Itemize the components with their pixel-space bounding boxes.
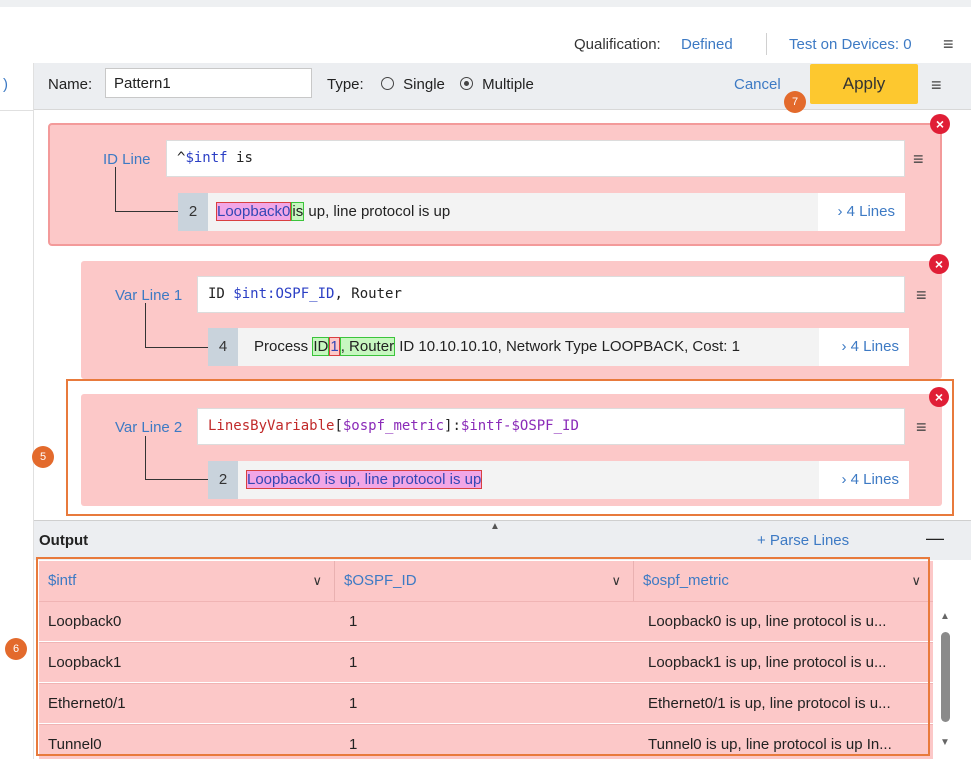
test-on-devices-link[interactable]: Test on Devices: 0 (789, 36, 912, 53)
expr-text: is (227, 150, 253, 166)
qualification-value[interactable]: Defined (681, 36, 733, 53)
expr-variable: $intf (185, 150, 228, 166)
type-multiple-radio[interactable]: Multiple (460, 76, 534, 93)
chevron-right-icon: › (841, 338, 847, 355)
chevron-right-icon: › (837, 203, 843, 220)
var-line-2-menu-icon[interactable]: ≡ (916, 417, 927, 438)
var-line-2-more-lines-link[interactable]: › 4 Lines (819, 461, 909, 499)
var-line-2-label: Var Line 2 (115, 419, 183, 436)
chevron-right-icon: › (841, 471, 847, 488)
more-lines-label: 4 Lines (846, 203, 895, 220)
annotation-marker-5: 5 (32, 446, 54, 468)
output-title: Output (39, 532, 89, 549)
id-line-sample-number: 2 (178, 193, 208, 231)
expr-text: ID (208, 286, 234, 302)
left-panel-fragment: ) (3, 76, 8, 93)
type-multiple-label: Multiple (482, 76, 534, 93)
pattern-name-value: Pattern1 (114, 75, 171, 92)
id-line-sample-text: Loopback0 is up, line protocol is up (208, 193, 818, 231)
annotation-frame-output-table (36, 557, 930, 756)
scrollbar-thumb[interactable] (941, 632, 950, 722)
top-strip (0, 0, 971, 7)
id-line-more-lines-link[interactable]: › 4 Lines (818, 193, 905, 231)
sample-rest: up, line protocol is up (304, 203, 451, 220)
highlight-match-router: , Router (339, 337, 396, 356)
highlight-match-is: is (291, 202, 305, 221)
highlight-match-metric: Loopback0 is up, line protocol is up (246, 470, 483, 489)
expr-function: LinesByVariable (208, 418, 335, 434)
id-line-label: ID Line (103, 151, 151, 168)
annotation-marker-7: 7 (784, 91, 806, 113)
var-line-1-more-lines-link[interactable]: › 4 Lines (819, 328, 909, 366)
qualification-label: Qualification: (574, 36, 661, 53)
more-lines-label: 4 Lines (850, 471, 899, 488)
collapse-up-icon[interactable]: ▲ (490, 521, 500, 532)
expr-bracket-close: ]: (444, 418, 461, 434)
var-line-2-sample-number: 2 (208, 461, 238, 499)
minimize-output-icon[interactable]: — (926, 528, 944, 549)
var-line-1-label: Var Line 1 (115, 287, 183, 304)
radio-off-icon (381, 77, 394, 90)
type-single-radio[interactable]: Single (381, 76, 445, 93)
cancel-button[interactable]: Cancel (734, 76, 781, 93)
var-line-1-sample-text: Process ID 1, Router ID 10.10.10.10, Netw… (238, 328, 819, 366)
highlight-match-id: ID (312, 337, 330, 356)
expr-key: $intf-$OSPF_ID (460, 418, 579, 434)
apply-button[interactable]: Apply (810, 64, 918, 104)
expr-variable: $int:OSPF_ID (233, 286, 335, 302)
left-panel-divider (0, 110, 34, 111)
sample-rest: ID 10.10.10.10, Network Type LOOPBACK, C… (395, 338, 740, 355)
var-line-1-connector (145, 303, 208, 348)
more-lines-label: 4 Lines (850, 338, 899, 355)
id-line-connector (115, 167, 178, 212)
type-label: Type: (327, 76, 364, 93)
expr-bracket: [ (334, 418, 343, 434)
parse-lines-link[interactable]: + Parse Lines (757, 532, 849, 549)
var-line-1-menu-icon[interactable]: ≡ (916, 285, 927, 306)
annotation-marker-6: 6 (5, 638, 27, 660)
id-line-expression-input[interactable]: ^$intf is (166, 140, 905, 177)
name-label: Name: (48, 76, 93, 93)
expr-text-2: , Router (334, 286, 402, 302)
var-line-1-sample-number: 4 (208, 328, 238, 366)
expr-variable: $ospf_metric (342, 418, 445, 434)
header-menu-icon[interactable]: ≡ (943, 34, 954, 55)
radio-on-icon (460, 77, 473, 90)
highlight-match-intf: Loopback0 (216, 202, 292, 221)
toolbar-menu-icon[interactable]: ≡ (931, 75, 942, 96)
scroll-down-icon[interactable]: ▼ (940, 737, 950, 748)
var-line-2-connector (145, 436, 208, 480)
var-line-2-expression-input[interactable]: LinesByVariable[$ospf_metric]:$intf-$OSP… (197, 408, 905, 445)
header-divider (766, 33, 767, 55)
highlight-match-ospf-id: 1 (329, 337, 340, 356)
scroll-up-icon[interactable]: ▲ (940, 611, 950, 622)
type-single-label: Single (403, 76, 445, 93)
remove-var-line-2-icon[interactable]: × (929, 387, 949, 407)
pattern-name-input[interactable]: Pattern1 (105, 68, 312, 98)
var-line-2-sample-text: Loopback0 is up, line protocol is up (238, 461, 819, 499)
remove-id-line-icon[interactable]: × (930, 114, 950, 134)
var-line-1-expression-input[interactable]: ID $int:OSPF_ID, Router (197, 276, 905, 313)
id-line-menu-icon[interactable]: ≡ (913, 149, 924, 170)
sample-pre: Process (254, 338, 313, 355)
remove-var-line-1-icon[interactable]: × (929, 254, 949, 274)
